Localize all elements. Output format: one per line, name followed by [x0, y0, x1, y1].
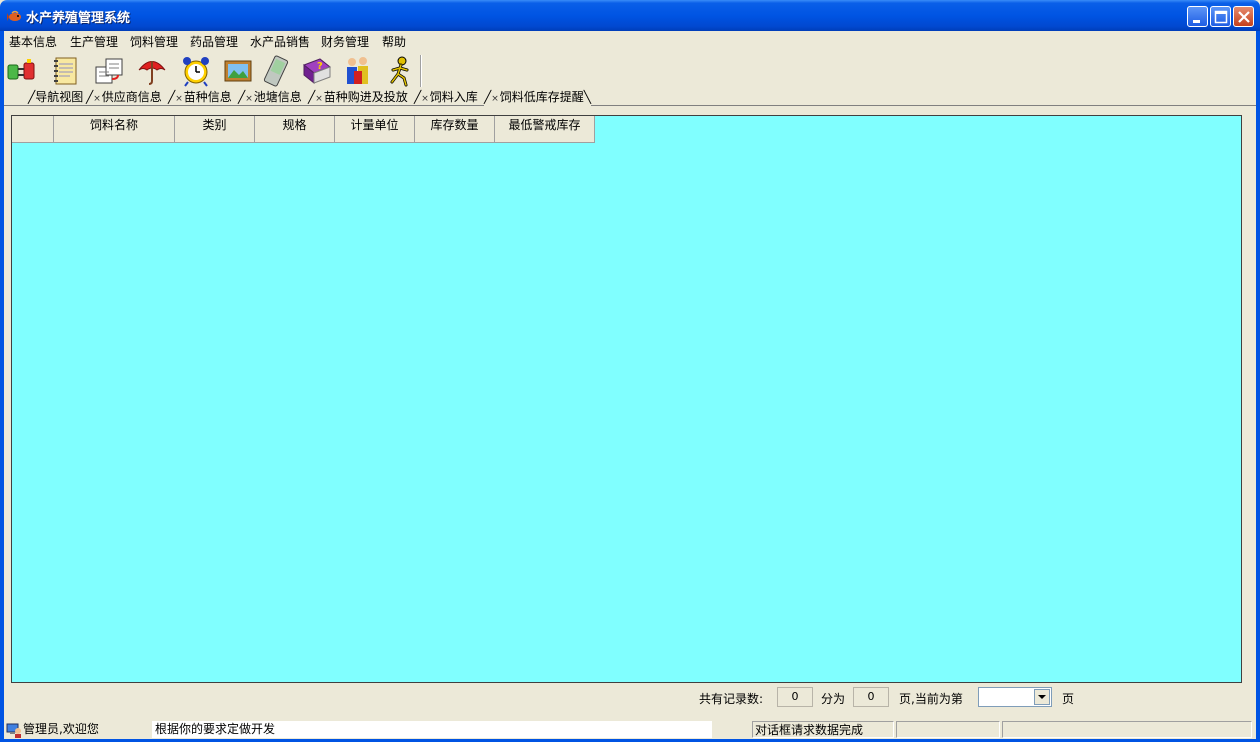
grid-corner-cell[interactable]	[12, 116, 54, 143]
toolbar-exit-button[interactable]	[382, 53, 418, 89]
window-frame-right	[1256, 31, 1260, 742]
column-header-feed-name[interactable]: 饲料名称	[54, 116, 175, 143]
page-count-value: 0	[853, 687, 889, 707]
column-header-stock-qty[interactable]: 库存数量	[415, 116, 495, 143]
status-message-pane: 根据你的要求定做开发	[152, 721, 712, 738]
menu-finance[interactable]: 财务管理	[321, 33, 369, 50]
status-pane-empty-2	[1002, 721, 1252, 738]
current-page-select[interactable]	[978, 687, 1052, 707]
minimize-button[interactable]	[1187, 6, 1208, 27]
toolbar-picture-button[interactable]	[220, 53, 256, 89]
column-header-spec[interactable]: 规格	[255, 116, 335, 143]
data-grid[interactable]: 饲料名称 类别 规格 计量单位 库存数量 最低警戒库存	[11, 115, 1242, 683]
status-pane-empty-1	[896, 721, 1000, 738]
column-header-min-stock[interactable]: 最低警戒库存	[495, 116, 595, 143]
users-icon	[347, 57, 368, 84]
toolbar-transfer-button[interactable]	[90, 53, 126, 89]
menu-basic-info[interactable]: 基本信息	[9, 33, 57, 50]
menu-bar: 基本信息 生产管理 饲料管理 药品管理 水产品销售 财务管理 帮助	[4, 31, 1256, 50]
minimize-icon	[1193, 20, 1200, 23]
tab-close-icon[interactable]: ×	[421, 94, 429, 104]
tab-close-icon[interactable]: ×	[491, 94, 499, 104]
help-book-icon: ?	[303, 58, 331, 85]
status-dialog-pane: 对话框请求数据完成	[752, 721, 894, 738]
title-bar: 水产养殖管理系统	[0, 0, 1260, 31]
running-man-icon	[390, 56, 409, 87]
notebook-icon	[54, 57, 77, 85]
column-header-unit[interactable]: 计量单位	[335, 116, 415, 143]
tab-label: 供应商信息	[101, 90, 162, 104]
toolbar-connect-button[interactable]	[4, 53, 40, 89]
menu-medicine[interactable]: 药品管理	[190, 33, 238, 50]
connect-plug-icon	[7, 59, 35, 80]
maximize-button[interactable]	[1210, 6, 1231, 27]
page-count-label: 分为	[821, 692, 846, 706]
toolbar-help-button[interactable]: ?	[298, 53, 334, 89]
status-dialog-text: 对话框请求数据完成	[755, 723, 864, 737]
tab-close-icon[interactable]: ×	[245, 94, 253, 104]
tab-label: 导航视图	[35, 90, 84, 104]
window-title: 水产养殖管理系统	[26, 11, 131, 26]
toolbar-alarm-button[interactable]	[178, 53, 214, 89]
tab-close-icon[interactable]: ×	[93, 94, 101, 104]
dropdown-button[interactable]	[1034, 689, 1050, 705]
tab-seedling-purchase[interactable]: ╱×苗种购进及投放	[308, 90, 408, 106]
picture-frame-icon	[224, 60, 252, 82]
tab-feed-stock-in[interactable]: ╱×饲料入库	[414, 90, 478, 106]
toolbar: ?	[4, 51, 1256, 91]
status-bar: 管理员,欢迎您 根据你的要求定做开发 对话框请求数据完成	[4, 720, 1256, 739]
app-fish-icon	[7, 10, 21, 21]
tab-seedlings[interactable]: ╱×苗种信息	[168, 90, 232, 106]
tab-strip: ╱导航视图 ╱×供应商信息 ╱×苗种信息 ╱×池塘信息 ╱×苗种购进及投放 ╱×…	[4, 90, 1256, 106]
toolbar-notebook-button[interactable]	[48, 53, 84, 89]
tab-label: 池塘信息	[253, 90, 302, 104]
toolbar-users-button[interactable]	[340, 53, 376, 89]
toolbar-pda-button[interactable]	[258, 53, 294, 89]
maximize-icon	[1214, 10, 1228, 24]
pda-icon	[263, 55, 289, 87]
menu-sales[interactable]: 水产品销售	[250, 33, 310, 50]
window-frame-left	[0, 31, 4, 742]
tab-suppliers[interactable]: ╱×供应商信息	[86, 90, 162, 106]
tab-label: 苗种购进及投放	[323, 90, 408, 104]
column-header-category[interactable]: 类别	[175, 116, 255, 143]
close-button[interactable]	[1233, 6, 1254, 27]
status-message: 根据你的要求定做开发	[155, 722, 276, 736]
toolbar-separator	[420, 55, 422, 87]
tab-close-icon[interactable]: ×	[175, 94, 183, 104]
close-icon	[1238, 11, 1250, 23]
status-user-text: 管理员,欢迎您	[23, 722, 99, 736]
tab-label: 饲料低库存提醒	[499, 90, 584, 104]
documents-transfer-icon	[95, 58, 123, 84]
current-page-label: 页,当前为第	[899, 692, 963, 706]
tab-ponds[interactable]: ╱×池塘信息	[238, 90, 302, 106]
total-records-label: 共有记录数:	[699, 692, 764, 706]
svg-text:?: ?	[317, 61, 323, 72]
chevron-down-icon	[1038, 695, 1046, 699]
status-user-pane: 管理员,欢迎您	[4, 721, 149, 738]
tab-feed-low-stock[interactable]: ╱×饲料低库存提醒╲	[484, 90, 592, 106]
toolbar-umbrella-button[interactable]	[134, 53, 170, 89]
tab-label: 饲料入库	[429, 90, 478, 104]
menu-help[interactable]: 帮助	[382, 33, 406, 50]
menu-feed[interactable]: 饲料管理	[130, 33, 178, 50]
user-computer-icon	[6, 723, 21, 738]
tab-close-icon[interactable]: ×	[315, 94, 323, 104]
alarm-clock-icon	[183, 57, 209, 87]
menu-production[interactable]: 生产管理	[70, 33, 118, 50]
umbrella-icon	[138, 61, 166, 85]
tab-label: 苗种信息	[183, 90, 232, 104]
tab-navigation[interactable]: ╱导航视图	[28, 90, 83, 106]
total-records-value: 0	[777, 687, 813, 707]
page-suffix-label: 页	[1062, 692, 1075, 706]
